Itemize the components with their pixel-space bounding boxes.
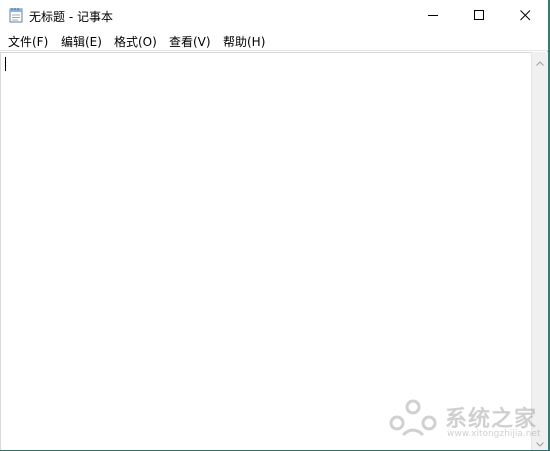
minimize-icon bbox=[427, 6, 439, 25]
menu-file[interactable]: 文件(F) bbox=[7, 33, 49, 50]
menu-help[interactable]: 帮助(H) bbox=[222, 33, 266, 50]
maximize-icon bbox=[473, 6, 485, 25]
vertical-scrollbar[interactable] bbox=[531, 52, 548, 450]
minimize-button[interactable] bbox=[410, 0, 456, 30]
menu-view[interactable]: 查看(V) bbox=[168, 33, 212, 50]
watermark-url: www.xitongzhijia.net bbox=[447, 429, 541, 439]
text-editor-area[interactable] bbox=[0, 52, 531, 450]
watermark-logo-icon bbox=[389, 399, 437, 437]
menu-bar: 文件(F) 编辑(E) 格式(O) 查看(V) 帮助(H) bbox=[0, 30, 548, 51]
menu-format[interactable]: 格式(O) bbox=[113, 33, 158, 50]
close-icon bbox=[519, 6, 531, 25]
menu-edit[interactable]: 编辑(E) bbox=[60, 33, 103, 50]
text-caret bbox=[5, 57, 6, 71]
close-button[interactable] bbox=[502, 0, 548, 30]
window-title: 无标题 - 记事本 bbox=[29, 10, 113, 24]
watermark: 系统之家 www.xitongzhijia.net bbox=[383, 395, 543, 445]
scroll-up-button[interactable] bbox=[532, 52, 548, 69]
notepad-window: 无标题 - 记事本 文件(F) 编辑(E) 格式(O) 查看(V) 帮助(H) bbox=[0, 0, 548, 450]
title-bar[interactable]: 无标题 - 记事本 bbox=[0, 0, 548, 30]
notepad-icon[interactable] bbox=[9, 7, 23, 23]
maximize-button[interactable] bbox=[456, 0, 502, 30]
chevron-up-icon bbox=[536, 51, 544, 70]
